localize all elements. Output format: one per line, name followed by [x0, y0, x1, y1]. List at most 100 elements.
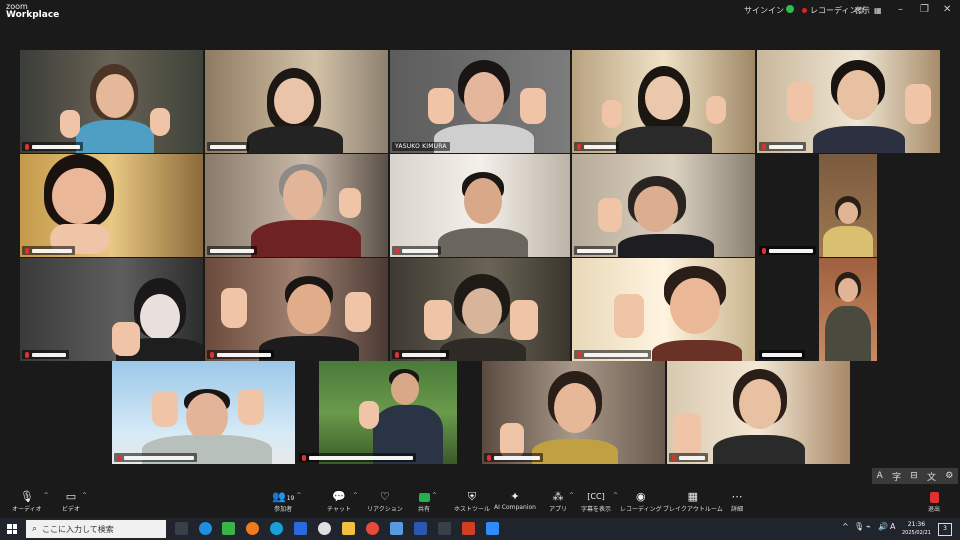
- participant-nameplate: [22, 246, 75, 255]
- participant-tile[interactable]: [20, 154, 203, 257]
- search-icon: ⌕: [32, 524, 38, 534]
- apps-button[interactable]: ⁂ アプリ ^: [549, 490, 574, 513]
- video-camera-icon: ▭: [65, 490, 77, 503]
- muted-mic-icon: [25, 351, 29, 358]
- taskbar-search-box[interactable]: ⌕ ここに入力して検索: [26, 520, 166, 538]
- participant-nameplate: [669, 453, 708, 462]
- volume-icon[interactable]: 🔊: [878, 522, 888, 531]
- participant-tile[interactable]: [757, 154, 940, 257]
- app-icon[interactable]: [390, 522, 403, 535]
- share-screen-icon: [418, 493, 430, 502]
- participant-tile[interactable]: [390, 258, 570, 361]
- translate-icon[interactable]: 文: [927, 470, 936, 483]
- edge-icon[interactable]: [270, 522, 283, 535]
- powerpoint-icon[interactable]: [462, 522, 475, 535]
- chevron-up-icon[interactable]: ^: [613, 492, 618, 499]
- participant-nameplate: [392, 350, 449, 359]
- reactions-button[interactable]: ♡ リアクション: [367, 490, 403, 513]
- settings-gear-icon[interactable]: ⚙: [945, 471, 953, 481]
- ime-indicator[interactable]: A: [890, 522, 895, 531]
- tray-chevron-icon[interactable]: ^: [842, 522, 849, 531]
- sparkle-icon: ✦: [510, 490, 520, 503]
- participant-tile[interactable]: [112, 361, 295, 464]
- participant-tile-active-speaker[interactable]: [205, 50, 388, 153]
- mic-tray-icon[interactable]: 🎙: [854, 522, 864, 531]
- participant-tile[interactable]: [205, 258, 388, 361]
- task-view-icon[interactable]: [175, 522, 188, 535]
- floating-tools: A 字 ⊟ 文 ⚙: [872, 468, 958, 484]
- participant-nameplate: [759, 142, 806, 151]
- participant-nameplate: [207, 142, 249, 151]
- muted-mic-icon: [210, 351, 214, 358]
- muted-mic-icon: [117, 454, 121, 461]
- participant-nameplate: [574, 350, 651, 359]
- ai-companion-button[interactable]: ✦ AI Companion: [494, 490, 536, 511]
- app-icon[interactable]: [438, 522, 451, 535]
- record-icon: ◉: [635, 490, 646, 503]
- captions-button[interactable]: [CC] 字幕を表示 ^: [581, 490, 618, 513]
- microphone-icon: 🎙: [19, 490, 34, 503]
- audio-button[interactable]: 🎙 オーディオ ^: [12, 490, 49, 513]
- more-button[interactable]: ⋯ 詳細: [731, 490, 743, 513]
- participant-nameplate: [574, 246, 616, 255]
- chevron-up-icon[interactable]: ^: [353, 492, 358, 499]
- muted-mic-icon: [577, 143, 581, 150]
- participant-tile[interactable]: YASUKO KIMURA: [390, 50, 570, 153]
- participant-tile[interactable]: [297, 361, 480, 464]
- chevron-up-icon[interactable]: ^: [432, 492, 437, 499]
- chevron-up-icon[interactable]: ^: [296, 492, 301, 499]
- video-button[interactable]: ▭ ビデオ ^: [62, 490, 87, 513]
- share-button[interactable]: 共有 ^: [418, 490, 437, 513]
- participant-nameplate: [759, 246, 816, 255]
- meeting-toolbar: 🎙 オーディオ ^ ▭ ビデオ ^ 👥19 参加者 ^ 💬 チャット ^ ♡ リ…: [0, 488, 960, 518]
- muted-mic-icon: [25, 143, 29, 150]
- gallery-view: YASUKO KIMURA: [0, 0, 960, 500]
- network-icon[interactable]: ⌁: [866, 522, 871, 531]
- participant-tile[interactable]: [482, 361, 665, 464]
- participant-nameplate: [22, 142, 83, 151]
- app-icon[interactable]: [222, 522, 235, 535]
- taskbar-clock[interactable]: 21:36 2025/02/21: [902, 521, 931, 537]
- chevron-up-icon[interactable]: ^: [44, 492, 49, 499]
- record-button[interactable]: ◉ レコーディング: [620, 490, 662, 513]
- participant-tile[interactable]: [572, 258, 755, 361]
- participant-tile[interactable]: [572, 50, 755, 153]
- file-explorer-icon[interactable]: [342, 522, 355, 535]
- participant-nameplate: [114, 453, 197, 462]
- leave-button[interactable]: 退出: [928, 490, 940, 513]
- panel-icon[interactable]: ⊟: [910, 471, 918, 481]
- muted-mic-icon: [762, 247, 766, 254]
- muted-mic-icon: [395, 351, 399, 358]
- participant-tile[interactable]: [757, 50, 940, 153]
- chevron-up-icon[interactable]: ^: [82, 492, 87, 499]
- participant-tile[interactable]: [205, 154, 388, 257]
- participant-tile[interactable]: [20, 50, 203, 153]
- participants-button[interactable]: 👥19 参加者 ^: [272, 490, 301, 513]
- participant-tile[interactable]: [390, 154, 570, 257]
- participant-tile[interactable]: [20, 258, 203, 361]
- text-size-icon[interactable]: A: [877, 471, 883, 481]
- breakout-grid-icon: ▦: [687, 490, 699, 503]
- muted-mic-icon: [302, 454, 306, 461]
- chevron-up-icon[interactable]: ^: [569, 492, 574, 499]
- participant-nameplate: [574, 142, 619, 151]
- participant-tile[interactable]: [757, 258, 940, 361]
- participant-nameplate: [759, 350, 805, 359]
- zoom-icon[interactable]: [486, 522, 499, 535]
- app-icon[interactable]: [294, 522, 307, 535]
- chat-button[interactable]: 💬 チャット ^: [327, 490, 358, 513]
- participant-tile[interactable]: [572, 154, 755, 257]
- clock-app-icon[interactable]: [318, 522, 331, 535]
- breakout-rooms-button[interactable]: ▦ ブレイクアウトルーム: [663, 490, 723, 513]
- app-icon[interactable]: [414, 522, 427, 535]
- chrome-icon[interactable]: [366, 522, 379, 535]
- muted-mic-icon: [672, 454, 676, 461]
- character-icon[interactable]: 字: [892, 470, 901, 483]
- host-tools-button[interactable]: ⛨ ホストツール: [454, 490, 490, 513]
- windows-start-icon[interactable]: [7, 524, 17, 534]
- participant-nameplate: [207, 246, 257, 255]
- notification-center-icon[interactable]: 3: [938, 523, 952, 536]
- edge-browser-icon[interactable]: [199, 522, 212, 535]
- firefox-icon[interactable]: [246, 522, 259, 535]
- participant-tile[interactable]: [667, 361, 850, 464]
